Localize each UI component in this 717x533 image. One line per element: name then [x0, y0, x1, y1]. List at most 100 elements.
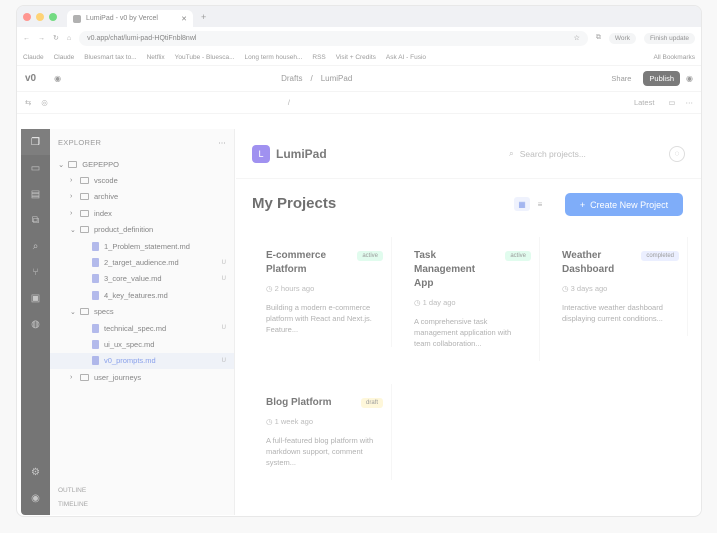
- folder-item[interactable]: ⌄ specs: [50, 304, 234, 320]
- project-time: ◷ 2 hours ago: [266, 284, 377, 293]
- all-bookmarks[interactable]: All Bookmarks: [653, 54, 695, 61]
- search-placeholder: Search projects...: [519, 148, 586, 159]
- tree-item-label: 3_core_value.md: [104, 274, 162, 284]
- profile-button[interactable]: Work: [608, 32, 636, 44]
- project-avatar-icon[interactable]: ◉: [54, 74, 61, 83]
- tab-bar: LumiPad - v0 by Vercel ✕ +: [17, 6, 701, 27]
- version-select[interactable]: Latest: [634, 98, 654, 107]
- view-toggle: ▦ ≡: [514, 197, 548, 211]
- globe-icon[interactable]: ◍: [21, 311, 50, 337]
- maximize-window-button[interactable]: [49, 12, 57, 21]
- new-tab-icon[interactable]: +: [201, 12, 206, 22]
- folder-icon: [80, 308, 89, 316]
- root-folder[interactable]: ⌄ GEPEPPO: [50, 156, 234, 172]
- user-avatar[interactable]: ◉: [686, 74, 693, 83]
- folder-item[interactable]: › user_journeys: [50, 369, 234, 385]
- extensions-icon[interactable]: ⧉: [596, 34, 601, 42]
- file-icon[interactable]: ▤: [21, 181, 50, 207]
- publish-button[interactable]: Publish: [643, 71, 681, 86]
- file-item[interactable]: 3_core_value.md U: [50, 271, 234, 287]
- folder-item[interactable]: › index: [50, 205, 234, 221]
- tree-item-label: specs: [94, 307, 114, 317]
- root-folder-label: GEPEPPO: [82, 159, 119, 169]
- bookmark-item[interactable]: Long term househ...: [245, 54, 303, 61]
- copy-icon[interactable]: ⧉: [21, 207, 50, 233]
- project-name: Weather Dashboard: [562, 250, 615, 275]
- tree-item-label: user_journeys: [94, 372, 142, 382]
- timeline-section[interactable]: TIMELINE: [50, 501, 234, 508]
- project-card[interactable]: Task Management App active ◷ 1 day ago A co…: [400, 237, 540, 361]
- file-item[interactable]: technical_spec.md U: [50, 320, 234, 336]
- folder-icon: [68, 160, 78, 168]
- extensions-icon[interactable]: ▣: [21, 285, 50, 311]
- git-status-badge: U: [221, 325, 226, 332]
- markdown-file-icon: [92, 290, 99, 300]
- folder-icon: [80, 209, 89, 217]
- create-project-button[interactable]: + Create New Project: [565, 193, 683, 216]
- bookmark-item[interactable]: Claude: [23, 54, 44, 61]
- source-control-icon[interactable]: ⑂: [21, 259, 50, 285]
- preview-icon[interactable]: ◎: [41, 98, 48, 107]
- explorer-menu-icon[interactable]: ⋯: [218, 138, 226, 147]
- reload-icon[interactable]: ↻: [53, 34, 59, 42]
- drafts-breadcrumb[interactable]: Drafts: [281, 74, 302, 83]
- project-card[interactable]: E-commerce Platform active ◷ 2 hours ago Bu…: [252, 237, 392, 347]
- bookmark-item[interactable]: Ask AI - Fusio: [386, 54, 426, 61]
- bookmark-item[interactable]: Bluesmart tax to...: [84, 54, 136, 61]
- folder-item[interactable]: ⌄ product_definition: [50, 222, 234, 238]
- settings-icon[interactable]: ⚙: [21, 459, 50, 485]
- tree-item-label: 1_Problem_statement.md: [104, 241, 190, 251]
- folder-item[interactable]: › archive: [50, 189, 234, 205]
- project-description: A full-featured blog platform with markd…: [266, 436, 374, 467]
- file-item[interactable]: 2_target_audience.md U: [50, 254, 234, 270]
- project-card[interactable]: Blog Platform draft ◷ 1 week ago A full-fea…: [252, 384, 392, 480]
- sidebar-toggle-icon[interactable]: ⇆: [25, 98, 31, 107]
- home-icon[interactable]: ⌂: [67, 35, 71, 42]
- editor-toolbar: ⇆ ◎ / Latest ▭ ⋯: [17, 92, 701, 114]
- search-icon: ⌕: [509, 148, 514, 158]
- app-preview: L LumiPad ⌕ Search projects... ◌ My Proje…: [236, 129, 701, 515]
- project-breadcrumb[interactable]: LumiPad: [321, 74, 353, 83]
- chevron-icon: ⌄: [70, 308, 76, 316]
- explorer-icon[interactable]: ❐: [21, 129, 50, 155]
- account-icon[interactable]: ◉: [21, 485, 50, 511]
- close-tab-icon[interactable]: ✕: [181, 15, 187, 23]
- bookmark-item[interactable]: Visit + Credits: [336, 54, 376, 61]
- tree-item-label: v0_prompts.md: [104, 356, 156, 366]
- file-item[interactable]: 1_Problem_statement.md: [50, 238, 234, 254]
- user-avatar[interactable]: ◌: [669, 145, 685, 162]
- url-field[interactable]: v0.app/chat/lumi-pad-HQtiFnbl8nwl ☆: [79, 30, 588, 46]
- file-item[interactable]: 4_key_features.md: [50, 287, 234, 303]
- folder-item[interactable]: › vscode: [50, 172, 234, 188]
- minimize-window-button[interactable]: [36, 12, 44, 21]
- search-icon[interactable]: ⌕: [21, 233, 50, 259]
- list-view-icon[interactable]: ≡: [532, 197, 548, 211]
- file-item[interactable]: ui_ux_spec.md: [50, 336, 234, 352]
- search-input[interactable]: ⌕ Search projects...: [509, 148, 659, 159]
- chevron-icon: ›: [70, 373, 73, 381]
- bookmark-item[interactable]: Claude: [54, 54, 75, 61]
- folder-icon: [80, 193, 89, 201]
- tree-item-label: 2_target_audience.md: [104, 258, 179, 268]
- outline-section[interactable]: OUTLINE: [50, 487, 234, 494]
- plus-icon: +: [579, 199, 586, 210]
- git-status-badge: U: [221, 259, 226, 266]
- forward-icon[interactable]: →: [38, 35, 45, 42]
- finish-update-button[interactable]: Finish update: [643, 32, 695, 44]
- more-icon[interactable]: ⋯: [686, 98, 694, 107]
- back-icon[interactable]: ←: [23, 35, 30, 42]
- file-item[interactable]: v0_prompts.md U: [50, 352, 234, 370]
- path-field[interactable]: /: [288, 98, 290, 107]
- bookmark-star-icon[interactable]: ☆: [574, 34, 580, 42]
- v0-logo[interactable]: v0: [25, 73, 36, 84]
- close-window-button[interactable]: [23, 12, 31, 21]
- browser-tab[interactable]: LumiPad - v0 by Vercel ✕: [67, 10, 193, 27]
- project-card[interactable]: Weather Dashboard completed ◷ 3 days ago In…: [548, 237, 688, 336]
- bookmark-item[interactable]: RSS: [312, 54, 325, 61]
- bookmark-item[interactable]: YouTube - Bluesca...: [175, 54, 235, 61]
- fullscreen-icon[interactable]: ▭: [668, 98, 675, 107]
- chat-icon[interactable]: ▭: [21, 155, 50, 181]
- share-button[interactable]: Share: [605, 71, 637, 86]
- grid-view-icon[interactable]: ▦: [514, 197, 530, 211]
- bookmark-item[interactable]: Netflix: [147, 54, 165, 61]
